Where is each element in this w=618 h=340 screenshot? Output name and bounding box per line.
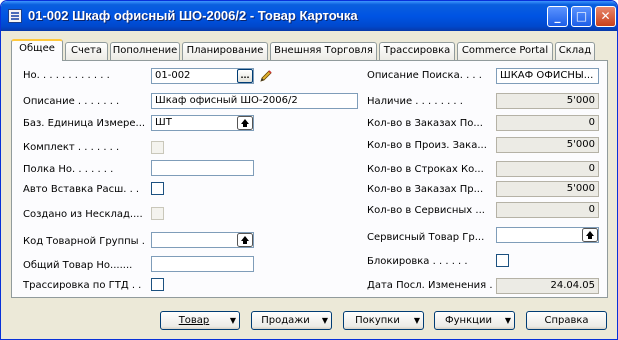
service-item-group-label: Сервисный Товар Гр... <box>367 232 485 243</box>
qty-on-service-order-field[interactable]: 0 <box>496 202 599 218</box>
up-arrow-lookup-icon[interactable] <box>237 233 253 247</box>
triangle-down-icon: ▼ <box>504 316 512 325</box>
triangle-down-icon: ▼ <box>321 316 329 325</box>
blocked-checkbox[interactable] <box>496 254 509 267</box>
shelf-no-label: Полка Но. . . . . . . <box>23 164 114 175</box>
tab-commerce-portal[interactable]: Commerce Portal <box>457 42 553 60</box>
help-button-label: Справка <box>544 315 589 326</box>
inventory-label: Наличие . . . . . . . . <box>367 96 463 107</box>
auto-insert-label: Авто Вставка Расш. . . <box>23 184 140 195</box>
item-menu-button[interactable]: Товар ▼ <box>160 311 240 330</box>
item-group-label: Код Товарной Группы . <box>23 236 145 247</box>
qty-on-sales-order-label: Кол-во в Заказах Пр... <box>367 184 484 195</box>
qty-on-purch-order-label: Кол-во в Заказах По... <box>367 118 483 129</box>
base-unit-label: Баз. Единица Измере... <box>23 118 146 129</box>
item-menu-label: Товар <box>178 315 210 326</box>
tab-foreign-trade[interactable]: Внешняя Торговля <box>270 42 377 60</box>
kit-checkbox <box>151 141 164 154</box>
auto-insert-checkbox[interactable] <box>151 182 164 195</box>
qty-on-prod-order-field[interactable]: 5'000 <box>496 137 599 153</box>
inventory-field[interactable]: 5'000 <box>496 93 599 109</box>
created-from-nonstock-label: Создано из Несклад.... <box>23 209 143 220</box>
minimize-button[interactable]: _ <box>547 6 568 27</box>
item-card-window: 01-002 Шкаф офисный ШО-2006/2 - Товар Ка… <box>0 0 618 340</box>
gtd-tracking-checkbox[interactable] <box>151 278 164 291</box>
common-item-no-field[interactable] <box>151 256 254 272</box>
shelf-no-field[interactable] <box>151 160 254 176</box>
kit-label: Комплект . . . . . . . <box>23 142 120 153</box>
last-modified-field[interactable]: 24.04.05 <box>496 278 599 294</box>
qty-on-service-order-label: Кол-во в Сервисных ... <box>367 205 485 216</box>
search-description-label: Описание Поиска. . . . <box>367 70 482 81</box>
search-description-field[interactable]: ШКАФ ОФИСНЫ... <box>496 68 599 84</box>
close-button[interactable]: ✕ <box>595 6 616 27</box>
purchases-menu-label: Покупки <box>355 315 400 326</box>
functions-menu-button[interactable]: Функции ▼ <box>434 311 515 330</box>
purchases-menu-button[interactable]: Покупки ▼ <box>343 311 424 330</box>
common-item-no-label: Общий Товар Но....... <box>23 260 133 271</box>
tab-item-tracking[interactable]: Трассировка <box>379 42 455 60</box>
tab-replenishment[interactable]: Пополнение <box>110 42 180 60</box>
qty-on-component-lines-field[interactable]: 0 <box>496 161 599 177</box>
last-modified-label: Дата Посл. Изменения . <box>367 280 493 291</box>
window-title: 01-002 Шкаф офисный ШО-2006/2 - Товар Ка… <box>28 8 358 23</box>
tab-planning[interactable]: Планирование <box>182 42 268 60</box>
triangle-down-icon: ▼ <box>229 316 237 325</box>
gtd-tracking-label: Трассировка по ГТД . . <box>23 280 142 291</box>
qty-on-purch-order-field[interactable]: 0 <box>496 115 599 131</box>
sales-menu-button[interactable]: Продажи ▼ <box>251 311 332 330</box>
blocked-label: Блокировка . . . . . . <box>367 256 468 267</box>
assist-edit-button[interactable]: ... <box>237 69 253 83</box>
tab-warehouse[interactable]: Склад <box>555 42 595 60</box>
up-arrow-lookup-icon[interactable] <box>582 228 598 242</box>
help-button[interactable]: Справка <box>526 311 607 330</box>
maximize-button[interactable]: □ <box>571 6 592 27</box>
qty-on-sales-order-field[interactable]: 5'000 <box>496 181 599 197</box>
functions-menu-label: Функции <box>445 315 492 326</box>
qty-on-component-lines-label: Кол-во в Строках Ко... <box>367 164 484 175</box>
tab-general[interactable]: Общее <box>11 39 63 61</box>
item-no-label: Но. . . . . . . . . . . . <box>23 70 110 81</box>
triangle-down-icon: ▼ <box>413 316 421 325</box>
title-bar[interactable]: 01-002 Шкаф офисный ШО-2006/2 - Товар Ка… <box>1 1 617 31</box>
description-field[interactable]: Шкаф офисный ШО-2006/2 <box>151 93 358 109</box>
description-label: Описание . . . . . . . <box>23 96 120 107</box>
tab-invoicing[interactable]: Счета <box>65 42 108 60</box>
up-arrow-lookup-icon[interactable] <box>237 116 253 130</box>
qty-on-prod-order-label: Кол-во в Произ. Зака... <box>367 140 487 151</box>
window-app-icon <box>8 9 22 23</box>
created-from-nonstock-checkbox <box>151 207 164 220</box>
pencil-edit-icon[interactable] <box>259 69 273 83</box>
sales-menu-label: Продажи <box>261 315 310 326</box>
